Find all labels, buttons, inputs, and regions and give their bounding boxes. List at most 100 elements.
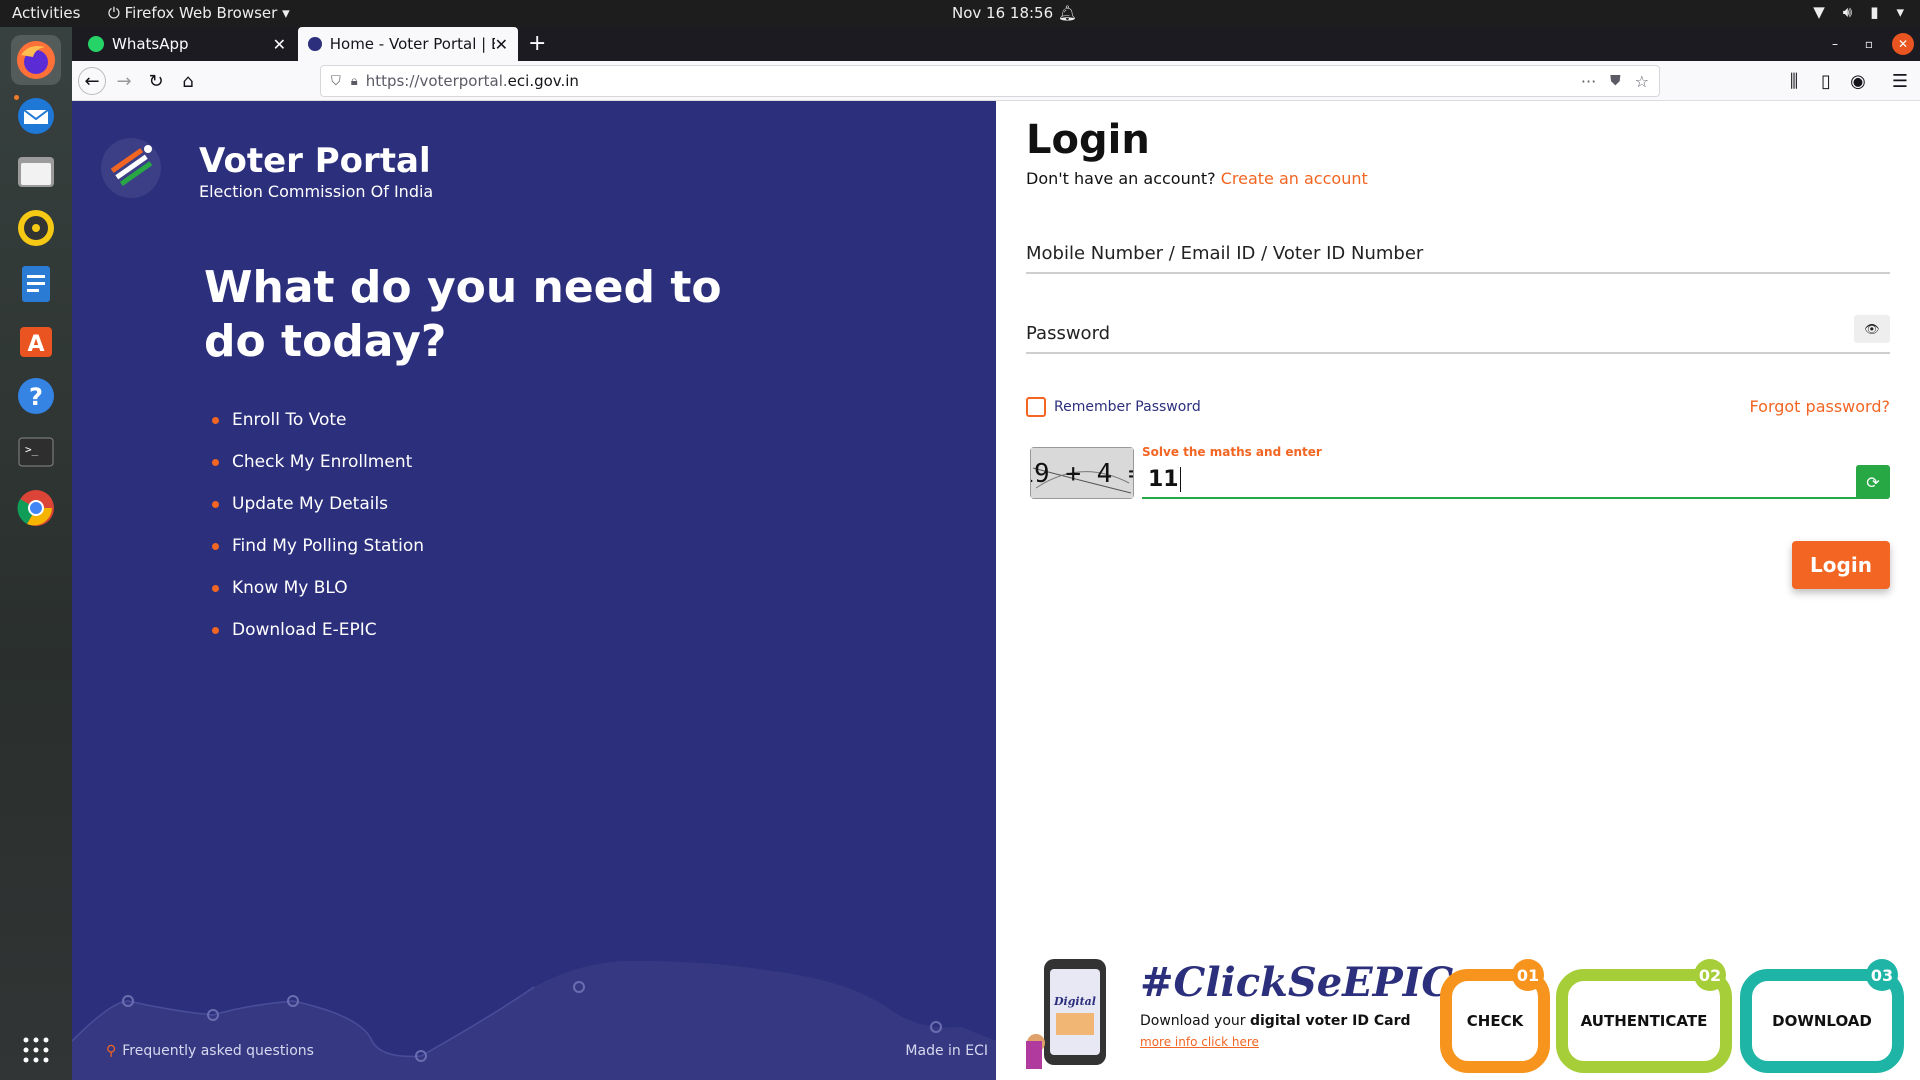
system-tray[interactable]: ▼ 🔊︎ ▮ ▾ [1813,3,1904,21]
browser-nav-bar: ← → ↻ ⌂ ⛉ 🔒︎ https://voterportal.eci.gov… [72,61,1920,101]
bullet-icon [212,500,219,508]
new-tab-button[interactable]: + [528,31,546,56]
files-icon[interactable] [11,147,61,197]
close-icon[interactable]: ✕ [495,35,508,54]
minimize-button[interactable]: – [1824,33,1846,55]
sidebar-icon[interactable]: ▯ [1814,69,1838,93]
step-authenticate: AUTHENTICATE 02 [1556,959,1732,1073]
step-label: CHECK [1466,1012,1524,1030]
dock: A ? >_ [0,27,72,1080]
thunderbird-icon[interactable] [11,91,61,141]
app-menu-label: Firefox Web Browser [124,4,278,22]
activities-button[interactable]: Activities [12,4,80,22]
eye-icon[interactable]: 👁︎ [1854,315,1890,343]
action-list: Enroll To Vote Check My Enrollment Updat… [212,399,424,651]
step-number: 02 [1694,959,1726,991]
captcha-input[interactable]: 11 [1142,463,1862,499]
text-cursor [1179,467,1181,492]
rhythmbox-icon[interactable] [11,203,61,253]
eci-favicon-icon [308,37,322,51]
remember-checkbox[interactable] [1026,397,1046,417]
action-label: Find My Polling Station [232,536,424,556]
back-button[interactable]: ← [78,67,106,95]
writer-icon[interactable] [11,259,61,309]
no-account-text: Don't have an account? Create an account [1026,169,1368,188]
forgot-password-link[interactable]: Forgot password? [1750,397,1890,416]
step-download: DOWNLOAD 03 [1740,959,1904,1073]
action-label: Enroll To Vote [232,410,347,430]
portal-subtitle: Election Commission Of India [199,182,434,201]
username-field[interactable]: Mobile Number / Email ID / Voter ID Numb… [1026,243,1890,274]
captcha-text: 19 + 4 = [1031,459,1133,489]
action-check-enrollment[interactable]: Check My Enrollment [212,441,424,483]
close-icon[interactable]: ✕ [273,35,286,54]
forward-button[interactable]: → [112,69,136,93]
action-enroll[interactable]: Enroll To Vote [212,399,424,441]
action-label: Download E-EPIC [232,620,377,640]
pocket-icon[interactable]: ⛊ [1610,73,1621,89]
download-prefix: Download your [1140,1013,1250,1029]
banner-hashtag: #ClickSeEPIC [1140,959,1454,1006]
faq-label: Frequently asked questions [122,1043,314,1059]
bullet-icon [212,626,219,634]
clock[interactable]: Nov 16 18:56 🔔︎ [952,4,1077,22]
software-icon[interactable]: A [11,315,61,365]
url-text[interactable]: https://voterportal.eci.gov.in [366,72,579,90]
create-account-link[interactable]: Create an account [1221,169,1368,188]
url-bar[interactable]: ⛉ 🔒︎ https://voterportal.eci.gov.in ··· … [320,65,1660,97]
step-label: DOWNLOAD [1772,1012,1872,1030]
action-know-blo[interactable]: Know My BLO [212,567,424,609]
page-actions-icon[interactable]: ··· [1581,72,1596,91]
search-icon: ⚲ [106,1043,117,1059]
page-headline: What do you need to do today? [204,262,722,367]
download-bold: digital voter ID Card [1249,1013,1411,1029]
library-icon[interactable]: ⫼ [1782,69,1806,93]
action-label: Know My BLO [232,578,348,598]
login-button[interactable]: Login [1792,541,1890,589]
whatsapp-icon [88,36,104,52]
action-download-epic[interactable]: Download E-EPIC [212,609,424,651]
restore-button[interactable]: ▫ [1858,33,1880,55]
click-se-epic-banner[interactable]: Digital #ClickSeEPIC Download your digit… [1026,949,1916,1073]
remember-password[interactable]: Remember Password [1026,397,1201,417]
made-in-eci: Made in ECI [905,1043,988,1059]
account-icon[interactable]: ◉ [1846,69,1870,93]
url-prefix: https://voterportal. [365,72,508,90]
shield-icon[interactable]: ⛉ [331,74,341,89]
action-label: Update My Details [232,494,389,514]
chrome-icon[interactable] [11,483,61,533]
phone-illustration: Digital [1026,959,1106,1069]
action-find-polling-station[interactable]: Find My Polling Station [212,525,424,567]
login-title: Login [1026,117,1150,163]
apps-grid-icon[interactable] [11,1025,61,1075]
help-icon[interactable]: ? [11,371,61,421]
bookmark-star-icon[interactable]: ☆ [1635,72,1649,91]
firefox-icon[interactable] [11,35,61,100]
banner-download-text: Download your digital voter ID Card [1140,1013,1411,1029]
refresh-captcha-button[interactable]: ⟳ [1856,465,1890,499]
remember-label: Remember Password [1054,399,1201,415]
faq-link[interactable]: ⚲ Frequently asked questions [106,1043,314,1059]
step-number: 03 [1866,959,1898,991]
lock-icon[interactable]: 🔒︎ [351,74,358,89]
eci-logo [96,133,166,203]
tab-voter-portal[interactable]: Home - Voter Portal | Ele ✕ [298,27,518,61]
volume-icon: 🔊︎ [1842,3,1853,21]
reload-button[interactable]: ↻ [144,69,168,93]
no-account-label: Don't have an account? [1026,169,1216,188]
close-window-button[interactable]: ✕ [1892,33,1914,55]
tab-label: WhatsApp [112,35,189,53]
web-page: Voter Portal Election Commission Of Indi… [72,101,1920,1080]
app-menu[interactable]: ⏻ Firefox Web Browser ▾ [108,4,290,22]
more-info-link[interactable]: more info click here [1140,1035,1259,1049]
captcha-label: Solve the maths and enter [1142,445,1322,459]
tab-whatsapp[interactable]: WhatsApp ✕ [78,27,296,61]
menu-icon[interactable]: ☰ [1888,69,1912,93]
home-button[interactable]: ⌂ [176,69,200,93]
step-label: AUTHENTICATE [1580,1012,1708,1030]
svg-text:?: ? [29,383,43,411]
action-update-details[interactable]: Update My Details [212,483,424,525]
terminal-icon[interactable]: >_ [11,427,61,477]
bullet-icon [212,416,219,424]
password-field[interactable]: Password 👁︎ [1026,315,1890,354]
